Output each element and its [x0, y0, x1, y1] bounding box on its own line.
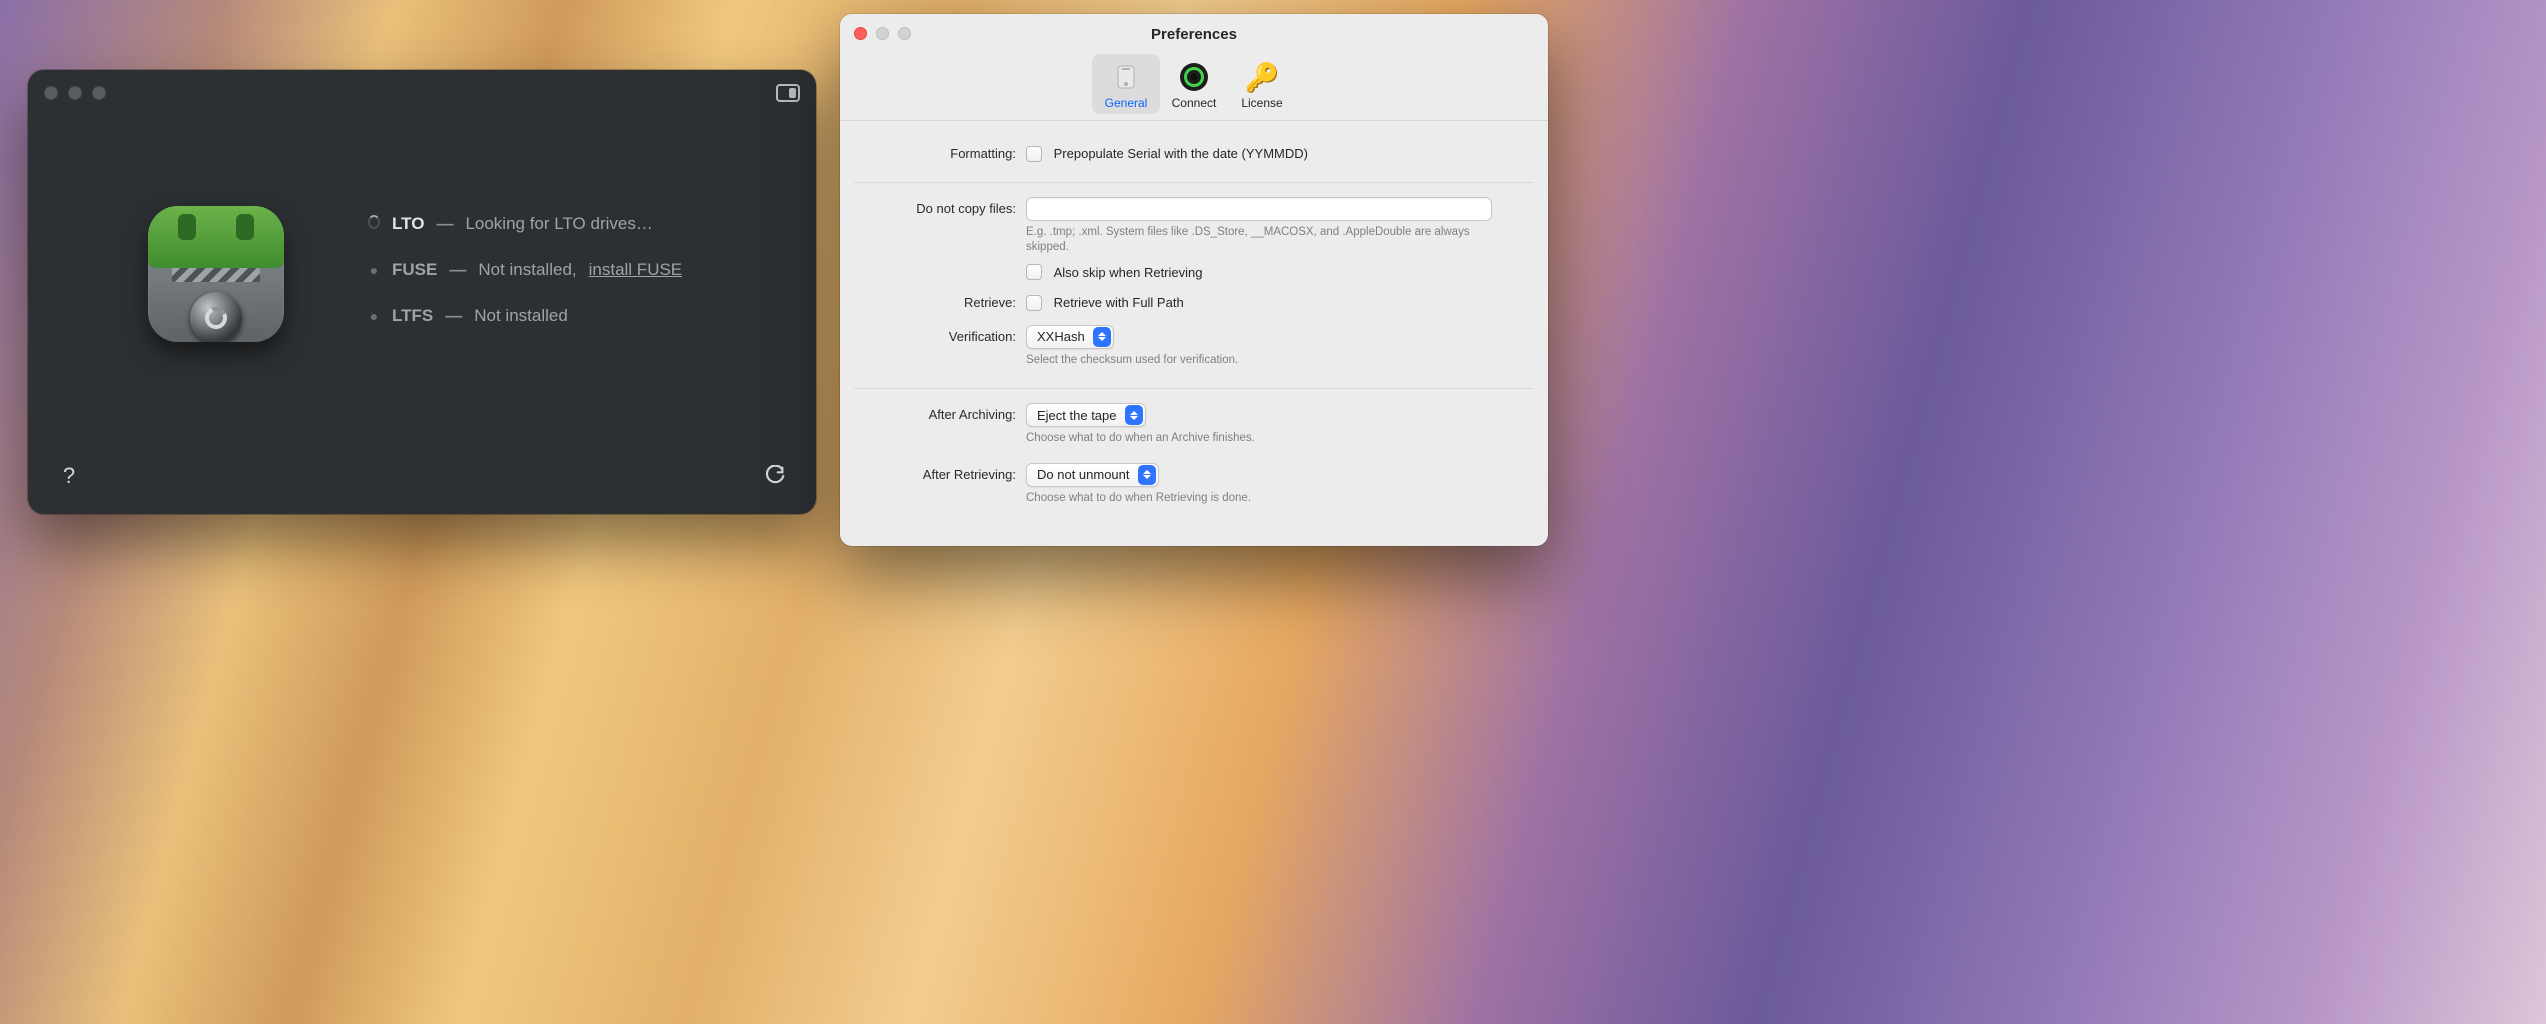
minimize-icon[interactable]: [876, 27, 889, 40]
after-retrieving-select[interactable]: Do not unmount: [1026, 463, 1159, 487]
status-name: LTFS: [392, 306, 433, 326]
also-skip-label: Also skip when Retrieving: [1054, 265, 1203, 280]
tab-connect[interactable]: Connect: [1160, 54, 1228, 114]
status-row-fuse: ● FUSE — Not installed, install FUSE: [368, 260, 776, 280]
status-message: Not installed: [474, 306, 568, 326]
main-window: LTO — Looking for LTO drives… ● FUSE — N…: [28, 70, 816, 514]
full-path-checkbox[interactable]: [1026, 295, 1042, 311]
prefs-toolbar: General Connect 🔑 License: [840, 54, 1548, 121]
also-skip-checkbox[interactable]: [1026, 264, 1042, 280]
status-name: LTO: [392, 214, 424, 234]
main-footer: ?: [28, 438, 816, 514]
tab-label: License: [1228, 96, 1296, 110]
dot-icon: ●: [368, 308, 380, 324]
close-icon[interactable]: [854, 27, 867, 40]
chevron-updown-icon: [1093, 327, 1111, 347]
spinner-icon: [368, 215, 380, 229]
label-retrieve: Retrieve:: [854, 295, 1026, 310]
verification-value: XXHash: [1037, 329, 1093, 344]
status-row-ltfs: ● LTFS — Not installed: [368, 306, 776, 326]
app-icon: [148, 206, 298, 342]
label-verification: Verification:: [854, 325, 1026, 344]
prefs-body: Formatting: Prepopulate Serial with the …: [840, 121, 1548, 546]
tab-label: General: [1092, 96, 1160, 110]
label-after-archiving: After Archiving:: [854, 403, 1026, 422]
label-do-not-copy: Do not copy files:: [854, 197, 1026, 216]
section-formatting: Formatting: Prepopulate Serial with the …: [854, 131, 1534, 182]
install-fuse-link[interactable]: install FUSE: [589, 260, 683, 280]
section-after: After Archiving: Eject the tape Choose w…: [854, 388, 1534, 526]
close-icon[interactable]: [44, 86, 58, 100]
key-icon: 🔑: [1228, 60, 1296, 94]
after-archiving-hint: Choose what to do when an Archive finish…: [1026, 431, 1492, 447]
general-icon: [1092, 60, 1160, 94]
connect-icon: [1160, 60, 1228, 94]
status-name: FUSE: [392, 260, 437, 280]
window-title: Preferences: [1151, 26, 1237, 43]
after-retrieving-hint: Choose what to do when Retrieving is don…: [1026, 491, 1492, 507]
preferences-window: Preferences General Connect: [840, 14, 1548, 546]
prepopulate-checkbox[interactable]: [1026, 146, 1042, 162]
section-copy-retrieve: Do not copy files: E.g. .tmp; .xml. Syst…: [854, 182, 1534, 389]
traffic-lights: [854, 27, 911, 40]
reload-button[interactable]: [762, 463, 788, 489]
exclude-files-input[interactable]: [1026, 197, 1492, 221]
after-archiving-select[interactable]: Eject the tape: [1026, 403, 1146, 427]
main-body: LTO — Looking for LTO drives… ● FUSE — N…: [28, 116, 816, 352]
verification-hint: Select the checksum used for verificatio…: [1026, 353, 1492, 369]
tab-license[interactable]: 🔑 License: [1228, 54, 1296, 114]
status-message: Not installed,: [478, 260, 576, 280]
full-path-label: Retrieve with Full Path: [1054, 295, 1184, 310]
label-after-retrieving: After Retrieving:: [854, 463, 1026, 482]
tab-general[interactable]: General: [1092, 54, 1160, 114]
prefs-titlebar: Preferences: [840, 14, 1548, 54]
after-retrieving-value: Do not unmount: [1037, 467, 1138, 482]
minimize-icon[interactable]: [68, 86, 82, 100]
zoom-icon[interactable]: [92, 86, 106, 100]
label-formatting: Formatting:: [854, 146, 1026, 161]
verification-select[interactable]: XXHash: [1026, 325, 1114, 349]
sidebar-toggle-icon[interactable]: [776, 84, 800, 102]
help-button[interactable]: ?: [56, 463, 82, 489]
tab-label: Connect: [1160, 96, 1228, 110]
dot-icon: ●: [368, 262, 380, 278]
chevron-updown-icon: [1138, 465, 1156, 485]
status-row-lto: LTO — Looking for LTO drives…: [368, 214, 776, 234]
main-titlebar: [28, 70, 816, 116]
chevron-updown-icon: [1125, 405, 1143, 425]
zoom-icon[interactable]: [898, 27, 911, 40]
prepopulate-label: Prepopulate Serial with the date (YYMMDD…: [1054, 146, 1308, 161]
exclude-hint: E.g. .tmp; .xml. System files like .DS_S…: [1026, 225, 1492, 256]
status-message: Looking for LTO drives…: [465, 214, 652, 234]
status-list: LTO — Looking for LTO drives… ● FUSE — N…: [298, 206, 776, 352]
traffic-lights: [44, 86, 106, 100]
after-archiving-value: Eject the tape: [1037, 408, 1125, 423]
